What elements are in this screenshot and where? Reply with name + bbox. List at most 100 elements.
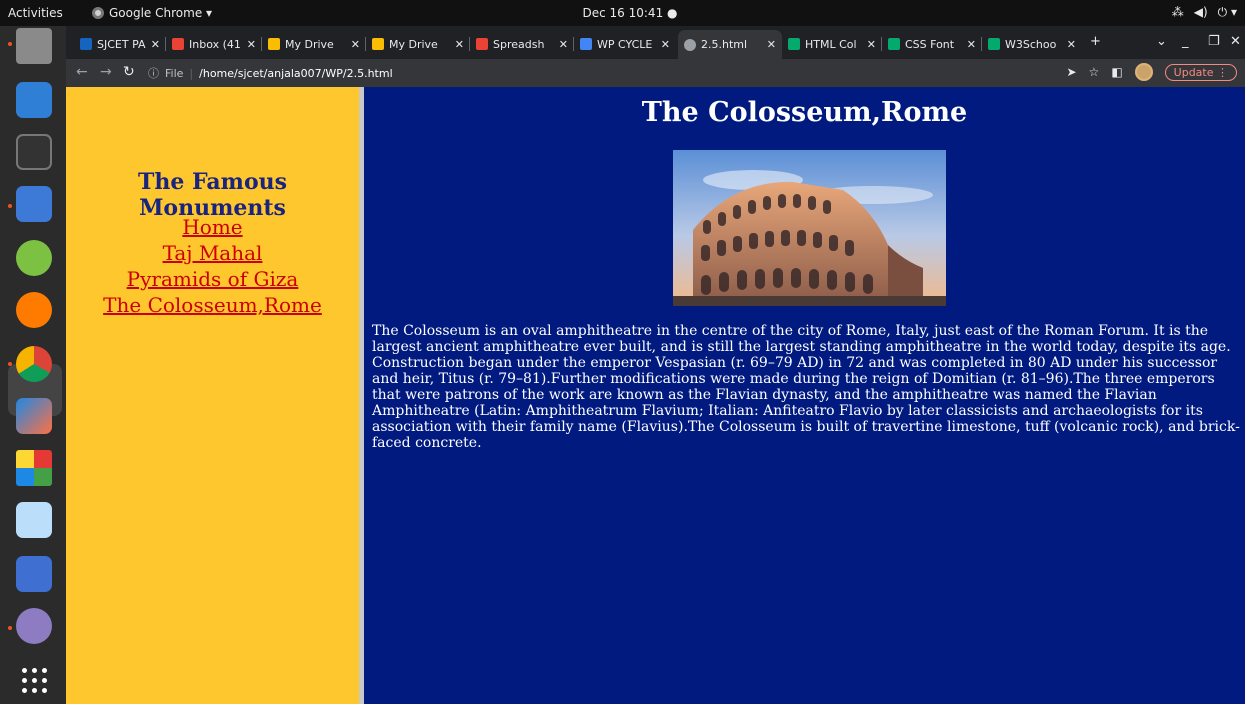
tab-strip: SJCET PA ✕ Inbox (41 ✕ My Drive ✕ My Dri…: [66, 26, 1245, 59]
close-icon[interactable]: ✕: [1067, 38, 1076, 51]
running-indicator: [8, 626, 12, 630]
running-indicator: [8, 42, 12, 46]
tab-favicon-icon: [80, 38, 92, 50]
monument-description: The Colosseum is an oval amphitheatre in…: [372, 323, 1240, 451]
tab-label: SJCET PA: [97, 37, 146, 51]
close-icon[interactable]: ✕: [151, 38, 160, 51]
maximize-icon[interactable]: ❐: [1208, 34, 1220, 49]
terminal-icon[interactable]: [16, 134, 52, 170]
tab-4[interactable]: Spreadsh ✕: [470, 32, 574, 56]
tab-3[interactable]: My Drive ✕: [366, 32, 470, 56]
nav-link-home[interactable]: Home: [66, 214, 359, 240]
tab-favicon-icon: [268, 38, 280, 50]
close-icon[interactable]: ✕: [867, 38, 876, 51]
page-title: The Colosseum,Rome: [641, 97, 968, 128]
close-icon[interactable]: ✕: [247, 38, 256, 51]
tab-5[interactable]: WP CYCLE ✕: [574, 32, 676, 56]
monument-nav: Home Taj Mahal Pyramids of Giza The Colo…: [66, 214, 359, 318]
screenshot-icon[interactable]: [16, 556, 52, 592]
tab-favicon-icon: [684, 38, 696, 51]
virtualbox-icon[interactable]: [16, 502, 52, 538]
tab-favicon-icon: [888, 38, 900, 50]
tab-7[interactable]: HTML Col ✕: [782, 32, 882, 56]
text-document-icon[interactable]: [16, 82, 52, 118]
url-text[interactable]: /home/sjcet/anjala007/WP/2.5.html: [199, 67, 393, 80]
tab-label: Inbox (41: [189, 37, 241, 51]
tab-9[interactable]: W3Schoo ✕: [982, 32, 1082, 56]
app-grid-colored-icon[interactable]: [16, 450, 52, 486]
back-icon[interactable]: ←: [76, 64, 88, 80]
colosseum-photo-illustration: [673, 150, 946, 306]
power-icon: ⏻ ▾: [1217, 5, 1237, 19]
tab-6-active[interactable]: 2.5.html ✕: [678, 30, 782, 59]
send-icon[interactable]: ➤: [1066, 65, 1076, 79]
tab-favicon-icon: [476, 38, 488, 50]
address-bar[interactable]: ⓘ File | /home/sjcet/anjala007/WP/2.5.ht…: [148, 62, 1048, 84]
forward-icon[interactable]: →: [100, 64, 112, 80]
tab-favicon-icon: [580, 38, 592, 50]
left-frame: The Famous Monuments Home Taj Mahal Pyra…: [66, 87, 359, 704]
running-indicator: [8, 362, 12, 366]
matlab-icon[interactable]: [16, 398, 52, 434]
toolbar-right: ➤ ☆ ◧ Update ⋮: [1066, 63, 1237, 81]
text-editor-icon[interactable]: [16, 186, 52, 222]
close-icon[interactable]: ✕: [559, 38, 568, 51]
close-icon[interactable]: ✕: [661, 38, 670, 51]
nav-link-colosseum[interactable]: The Colosseum,Rome: [66, 292, 359, 318]
reload-icon[interactable]: ↻: [123, 64, 135, 80]
tab-1[interactable]: Inbox (41 ✕: [166, 32, 262, 56]
chrome-dock-icon[interactable]: [16, 346, 52, 382]
app-menu[interactable]: Google Chrome ▾: [92, 6, 212, 20]
nav-link-pyramids[interactable]: Pyramids of Giza: [66, 266, 359, 292]
tab-label: My Drive: [285, 37, 334, 51]
tab-favicon-icon: [788, 38, 800, 50]
dock: [0, 26, 66, 704]
tab-search-icon[interactable]: ⌄: [1156, 34, 1167, 49]
tab-8[interactable]: CSS Font ✕: [882, 32, 982, 56]
tab-label: My Drive: [389, 37, 438, 51]
close-icon[interactable]: ✕: [767, 38, 776, 51]
chrome-icon: [92, 7, 104, 19]
network-app-icon[interactable]: [16, 608, 52, 644]
system-top-bar: Activities Google Chrome ▾ Dec 16 10:41 …: [0, 0, 1245, 26]
tab-0[interactable]: SJCET PA ✕: [74, 32, 166, 56]
tab-favicon-icon: [172, 38, 184, 50]
tab-favicon-icon: [988, 38, 1000, 50]
tab-label: W3Schoo: [1005, 37, 1057, 51]
colosseum-image: [673, 150, 946, 306]
minimize-icon[interactable]: _: [1182, 34, 1189, 49]
files-icon[interactable]: [16, 28, 52, 64]
firefox-icon[interactable]: [16, 292, 52, 328]
right-frame: The Colosseum,Rome The Colosseum is an o…: [364, 87, 1245, 704]
activities-button[interactable]: Activities: [8, 6, 63, 20]
info-icon[interactable]: ⓘ: [148, 65, 159, 81]
network-icon: ⁂: [1171, 5, 1184, 19]
android-studio-icon[interactable]: [16, 240, 52, 276]
side-panel-icon[interactable]: ◧: [1111, 65, 1122, 79]
volume-icon: ◀): [1193, 5, 1208, 19]
separator: |: [189, 66, 194, 80]
new-tab-icon[interactable]: +: [1090, 34, 1101, 49]
close-window-icon[interactable]: ✕: [1230, 34, 1241, 49]
file-scheme-label: File: [165, 66, 184, 80]
bookmark-star-icon[interactable]: ☆: [1089, 65, 1100, 79]
tab-label: CSS Font: [905, 37, 955, 51]
close-icon[interactable]: ✕: [455, 38, 464, 51]
tab-2[interactable]: My Drive ✕: [262, 32, 366, 56]
page-viewport: The Famous Monuments Home Taj Mahal Pyra…: [66, 87, 1245, 704]
tab-favicon-icon: [372, 38, 384, 50]
app-menu-label: Google Chrome ▾: [109, 6, 213, 20]
running-indicator: [8, 204, 12, 208]
tab-label: WP CYCLE: [597, 37, 653, 51]
tab-label: HTML Col: [805, 37, 857, 51]
update-label: Update: [1173, 65, 1214, 79]
profile-avatar[interactable]: [1134, 63, 1153, 81]
show-applications-icon[interactable]: [22, 668, 48, 694]
tab-label: Spreadsh: [493, 37, 545, 51]
system-tray[interactable]: ⁂ ◀) ⏻ ▾: [1172, 5, 1237, 20]
update-button[interactable]: Update ⋮: [1164, 63, 1237, 81]
nav-link-taj-mahal[interactable]: Taj Mahal: [66, 240, 359, 266]
close-icon[interactable]: ✕: [967, 38, 976, 51]
close-icon[interactable]: ✕: [351, 38, 360, 51]
clock[interactable]: Dec 16 10:41 ●: [570, 6, 690, 20]
